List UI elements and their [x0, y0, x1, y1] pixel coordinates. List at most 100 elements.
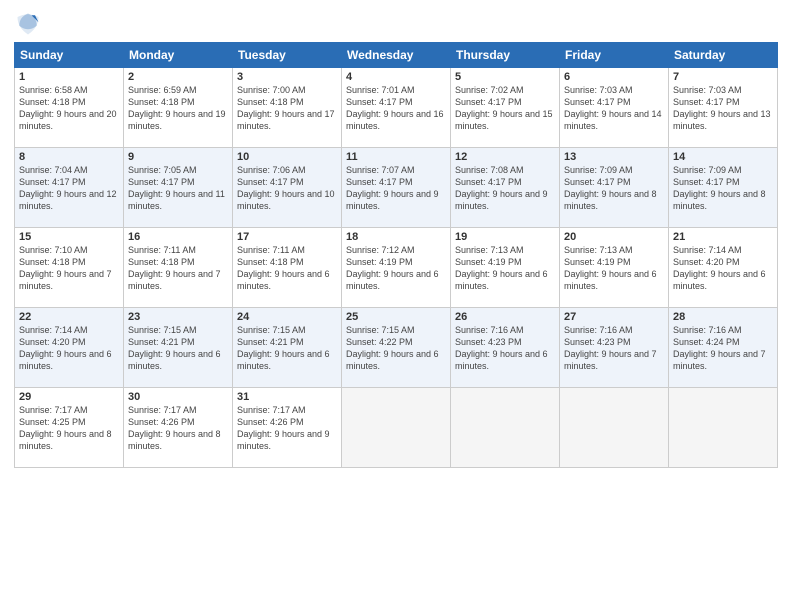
day-number: 9: [128, 151, 228, 163]
day-info: Sunrise: 7:03 AM Sunset: 4:17 PM Dayligh…: [564, 84, 664, 133]
day-cell: 15 Sunrise: 7:10 AM Sunset: 4:18 PM Dayl…: [15, 228, 124, 308]
day-info: Sunrise: 7:17 AM Sunset: 4:26 PM Dayligh…: [128, 404, 228, 453]
day-number: 7: [673, 71, 773, 83]
day-cell: 5 Sunrise: 7:02 AM Sunset: 4:17 PM Dayli…: [451, 68, 560, 148]
page-header: [14, 10, 778, 38]
day-cell: 18 Sunrise: 7:12 AM Sunset: 4:19 PM Dayl…: [342, 228, 451, 308]
day-number: 22: [19, 311, 119, 323]
day-cell: 11 Sunrise: 7:07 AM Sunset: 4:17 PM Dayl…: [342, 148, 451, 228]
day-number: 18: [346, 231, 446, 243]
day-info: Sunrise: 7:08 AM Sunset: 4:17 PM Dayligh…: [455, 164, 555, 213]
day-cell: 3 Sunrise: 7:00 AM Sunset: 4:18 PM Dayli…: [233, 68, 342, 148]
header-cell-friday: Friday: [560, 43, 669, 68]
day-number: 5: [455, 71, 555, 83]
day-cell: 30 Sunrise: 7:17 AM Sunset: 4:26 PM Dayl…: [124, 388, 233, 468]
header-cell-sunday: Sunday: [15, 43, 124, 68]
day-cell: 31 Sunrise: 7:17 AM Sunset: 4:26 PM Dayl…: [233, 388, 342, 468]
day-cell: 6 Sunrise: 7:03 AM Sunset: 4:17 PM Dayli…: [560, 68, 669, 148]
day-cell: [451, 388, 560, 468]
day-number: 16: [128, 231, 228, 243]
calendar-table: SundayMondayTuesdayWednesdayThursdayFrid…: [14, 42, 778, 468]
day-cell: 19 Sunrise: 7:13 AM Sunset: 4:19 PM Dayl…: [451, 228, 560, 308]
day-cell: 29 Sunrise: 7:17 AM Sunset: 4:25 PM Dayl…: [15, 388, 124, 468]
day-info: Sunrise: 7:17 AM Sunset: 4:26 PM Dayligh…: [237, 404, 337, 453]
day-info: Sunrise: 7:13 AM Sunset: 4:19 PM Dayligh…: [455, 244, 555, 293]
day-cell: 25 Sunrise: 7:15 AM Sunset: 4:22 PM Dayl…: [342, 308, 451, 388]
day-cell: 8 Sunrise: 7:04 AM Sunset: 4:17 PM Dayli…: [15, 148, 124, 228]
day-info: Sunrise: 7:12 AM Sunset: 4:19 PM Dayligh…: [346, 244, 446, 293]
day-number: 17: [237, 231, 337, 243]
day-cell: 21 Sunrise: 7:14 AM Sunset: 4:20 PM Dayl…: [669, 228, 778, 308]
day-cell: 17 Sunrise: 7:11 AM Sunset: 4:18 PM Dayl…: [233, 228, 342, 308]
day-number: 27: [564, 311, 664, 323]
day-cell: [669, 388, 778, 468]
day-cell: 12 Sunrise: 7:08 AM Sunset: 4:17 PM Dayl…: [451, 148, 560, 228]
week-row-3: 15 Sunrise: 7:10 AM Sunset: 4:18 PM Dayl…: [15, 228, 778, 308]
logo: [14, 10, 46, 38]
day-cell: 14 Sunrise: 7:09 AM Sunset: 4:17 PM Dayl…: [669, 148, 778, 228]
day-cell: 7 Sunrise: 7:03 AM Sunset: 4:17 PM Dayli…: [669, 68, 778, 148]
day-info: Sunrise: 7:02 AM Sunset: 4:17 PM Dayligh…: [455, 84, 555, 133]
day-number: 30: [128, 391, 228, 403]
day-cell: 9 Sunrise: 7:05 AM Sunset: 4:17 PM Dayli…: [124, 148, 233, 228]
day-info: Sunrise: 7:17 AM Sunset: 4:25 PM Dayligh…: [19, 404, 119, 453]
day-number: 28: [673, 311, 773, 323]
day-info: Sunrise: 6:59 AM Sunset: 4:18 PM Dayligh…: [128, 84, 228, 133]
day-cell: 20 Sunrise: 7:13 AM Sunset: 4:19 PM Dayl…: [560, 228, 669, 308]
day-info: Sunrise: 7:15 AM Sunset: 4:21 PM Dayligh…: [128, 324, 228, 373]
day-cell: [560, 388, 669, 468]
day-number: 14: [673, 151, 773, 163]
day-info: Sunrise: 7:13 AM Sunset: 4:19 PM Dayligh…: [564, 244, 664, 293]
day-info: Sunrise: 7:10 AM Sunset: 4:18 PM Dayligh…: [19, 244, 119, 293]
day-number: 23: [128, 311, 228, 323]
day-info: Sunrise: 7:15 AM Sunset: 4:21 PM Dayligh…: [237, 324, 337, 373]
week-row-4: 22 Sunrise: 7:14 AM Sunset: 4:20 PM Dayl…: [15, 308, 778, 388]
day-number: 13: [564, 151, 664, 163]
day-cell: 13 Sunrise: 7:09 AM Sunset: 4:17 PM Dayl…: [560, 148, 669, 228]
day-info: Sunrise: 7:14 AM Sunset: 4:20 PM Dayligh…: [19, 324, 119, 373]
header-cell-tuesday: Tuesday: [233, 43, 342, 68]
day-number: 2: [128, 71, 228, 83]
day-info: Sunrise: 7:00 AM Sunset: 4:18 PM Dayligh…: [237, 84, 337, 133]
header-cell-thursday: Thursday: [451, 43, 560, 68]
day-cell: 4 Sunrise: 7:01 AM Sunset: 4:17 PM Dayli…: [342, 68, 451, 148]
day-number: 29: [19, 391, 119, 403]
day-info: Sunrise: 7:16 AM Sunset: 4:23 PM Dayligh…: [455, 324, 555, 373]
day-cell: 23 Sunrise: 7:15 AM Sunset: 4:21 PM Dayl…: [124, 308, 233, 388]
page-container: SundayMondayTuesdayWednesdayThursdayFrid…: [0, 0, 792, 476]
day-number: 25: [346, 311, 446, 323]
day-number: 8: [19, 151, 119, 163]
day-info: Sunrise: 7:15 AM Sunset: 4:22 PM Dayligh…: [346, 324, 446, 373]
day-info: Sunrise: 7:11 AM Sunset: 4:18 PM Dayligh…: [128, 244, 228, 293]
week-row-1: 1 Sunrise: 6:58 AM Sunset: 4:18 PM Dayli…: [15, 68, 778, 148]
day-cell: [342, 388, 451, 468]
day-info: Sunrise: 7:14 AM Sunset: 4:20 PM Dayligh…: [673, 244, 773, 293]
day-cell: 26 Sunrise: 7:16 AM Sunset: 4:23 PM Dayl…: [451, 308, 560, 388]
week-row-5: 29 Sunrise: 7:17 AM Sunset: 4:25 PM Dayl…: [15, 388, 778, 468]
header-cell-saturday: Saturday: [669, 43, 778, 68]
day-info: Sunrise: 7:07 AM Sunset: 4:17 PM Dayligh…: [346, 164, 446, 213]
day-cell: 2 Sunrise: 6:59 AM Sunset: 4:18 PM Dayli…: [124, 68, 233, 148]
day-cell: 16 Sunrise: 7:11 AM Sunset: 4:18 PM Dayl…: [124, 228, 233, 308]
day-info: Sunrise: 7:03 AM Sunset: 4:17 PM Dayligh…: [673, 84, 773, 133]
day-cell: 1 Sunrise: 6:58 AM Sunset: 4:18 PM Dayli…: [15, 68, 124, 148]
header-cell-wednesday: Wednesday: [342, 43, 451, 68]
day-info: Sunrise: 7:09 AM Sunset: 4:17 PM Dayligh…: [673, 164, 773, 213]
header-cell-monday: Monday: [124, 43, 233, 68]
day-number: 3: [237, 71, 337, 83]
day-number: 6: [564, 71, 664, 83]
day-number: 31: [237, 391, 337, 403]
day-number: 1: [19, 71, 119, 83]
day-info: Sunrise: 7:09 AM Sunset: 4:17 PM Dayligh…: [564, 164, 664, 213]
day-info: Sunrise: 7:05 AM Sunset: 4:17 PM Dayligh…: [128, 164, 228, 213]
week-row-2: 8 Sunrise: 7:04 AM Sunset: 4:17 PM Dayli…: [15, 148, 778, 228]
day-info: Sunrise: 6:58 AM Sunset: 4:18 PM Dayligh…: [19, 84, 119, 133]
day-info: Sunrise: 7:16 AM Sunset: 4:24 PM Dayligh…: [673, 324, 773, 373]
day-cell: 27 Sunrise: 7:16 AM Sunset: 4:23 PM Dayl…: [560, 308, 669, 388]
day-number: 21: [673, 231, 773, 243]
day-cell: 24 Sunrise: 7:15 AM Sunset: 4:21 PM Dayl…: [233, 308, 342, 388]
day-cell: 22 Sunrise: 7:14 AM Sunset: 4:20 PM Dayl…: [15, 308, 124, 388]
day-cell: 28 Sunrise: 7:16 AM Sunset: 4:24 PM Dayl…: [669, 308, 778, 388]
day-number: 12: [455, 151, 555, 163]
day-info: Sunrise: 7:16 AM Sunset: 4:23 PM Dayligh…: [564, 324, 664, 373]
